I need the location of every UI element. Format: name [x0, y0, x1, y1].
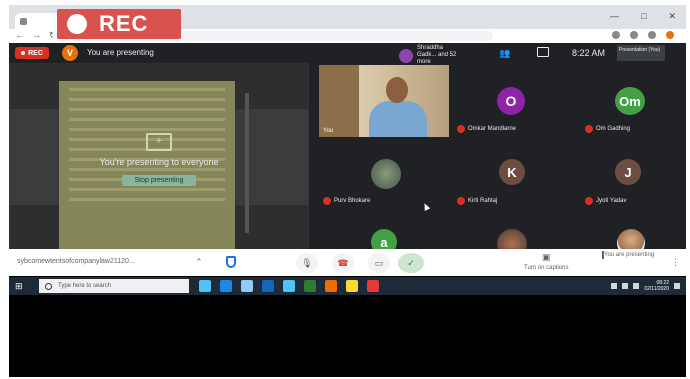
taskbar-app-icon[interactable]: [199, 280, 211, 292]
microphone-button[interactable]: 🎙: [296, 253, 318, 273]
people-icon[interactable]: 👥: [499, 48, 510, 59]
taskbar-app-icon[interactable]: [283, 280, 295, 292]
participant-tile[interactable]: [453, 213, 569, 259]
presenting-button[interactable]: You are presenting: [602, 251, 655, 259]
stop-presenting-button[interactable]: Stop presenting: [122, 175, 196, 186]
rec-label: REC: [99, 11, 149, 36]
leave-call-button[interactable]: ☎: [332, 253, 354, 273]
tile-name: Kirti Rahtaj: [457, 197, 497, 205]
avatar: Om: [615, 87, 645, 115]
system-tray: 08:22 02/11/2020: [611, 280, 680, 292]
profile-icon[interactable]: [666, 31, 674, 39]
presenting-status: You are presenting: [87, 48, 154, 57]
presentation-message: + You're presenting to everyone Stop pre…: [9, 133, 309, 187]
more-options-icon[interactable]: ⋮: [671, 257, 680, 268]
participant-tile[interactable]: Om Om Gadhing: [575, 63, 685, 137]
pinned-apps: [199, 280, 379, 292]
camera-button[interactable]: ▭: [368, 253, 390, 273]
shield-icon[interactable]: [226, 256, 236, 268]
tile-name: Purv Bhokare: [323, 197, 370, 205]
avatar: J: [615, 159, 641, 185]
chevron-up-icon[interactable]: ^: [197, 257, 201, 266]
taskbar-app-icon[interactable]: [304, 280, 316, 292]
windows-taskbar: ⊞ Type here to search 08:22 02/11/2020: [9, 277, 686, 295]
check-icon[interactable]: ✓: [398, 253, 424, 273]
window-controls: — □ ✕: [610, 11, 676, 22]
extension-icon[interactable]: [648, 31, 656, 39]
avatar: O: [497, 87, 525, 115]
maximize-button[interactable]: □: [641, 11, 646, 22]
participant-tile[interactable]: J Jyoti Yadav: [575, 143, 685, 205]
search-icon: [45, 282, 52, 290]
mic-off-icon: [457, 125, 465, 133]
network-icon[interactable]: [622, 283, 629, 289]
participant-tile[interactable]: [575, 213, 685, 257]
presentation-panel: + You're presenting to everyone Stop pre…: [9, 63, 309, 249]
extension-icon[interactable]: [612, 31, 620, 39]
participant-tile[interactable]: a: [319, 213, 449, 255]
chat-icon[interactable]: [537, 47, 549, 57]
participant-tile[interactable]: O Omkar Mandlarne: [453, 63, 569, 137]
taskbar-app-icon[interactable]: [325, 280, 337, 292]
participant-grid: You O Omkar Mandlarne Om Om Gadhing Purv…: [313, 63, 686, 259]
tray-icon[interactable]: [611, 283, 618, 289]
self-video-tile[interactable]: You: [319, 65, 449, 137]
mic-off-icon: [585, 197, 593, 205]
presenter-avatar: V: [62, 45, 78, 61]
tile-name: Jyoti Yadav: [585, 197, 626, 205]
captions-icon: ▣: [541, 252, 551, 262]
tile-name: Om Gadhing: [585, 125, 630, 133]
meeting-controls-bar: sybcomewtentsofcompanylaw21120... ^ 🎙 ☎ …: [9, 249, 686, 276]
search-placeholder: Type here to search: [58, 283, 112, 289]
minimize-button[interactable]: —: [610, 11, 619, 22]
taskbar-app-icon[interactable]: [220, 280, 232, 292]
taskbar-app-icon[interactable]: [346, 280, 358, 292]
windows-start-icon[interactable]: ⊞: [15, 281, 23, 292]
clock-date: 02/11/2020: [644, 286, 669, 292]
tile-name: Omkar Mandlarne: [457, 125, 516, 133]
screen-recording-frame: REC — □ ✕ ← → ↻ REC V You are presenting…: [9, 5, 686, 377]
clock[interactable]: 08:22 02/11/2020: [644, 280, 669, 292]
taskbar-search[interactable]: Type here to search: [39, 279, 189, 293]
recording-badge: REC: [15, 47, 49, 59]
notifications-icon[interactable]: [674, 283, 680, 289]
extension-icons: [612, 31, 674, 39]
close-button[interactable]: ✕: [668, 11, 676, 22]
taskbar-app-icon[interactable]: [262, 280, 274, 292]
nav-buttons: ← → ↻: [15, 30, 57, 41]
meeting-details[interactable]: sybcomewtentsofcompanylaw21120...: [17, 258, 135, 265]
avatar: [399, 48, 413, 63]
tile-name: You: [323, 128, 334, 134]
avatar: [371, 159, 401, 189]
meet-header: REC V You are presenting Shraddha Gadk..…: [9, 43, 686, 65]
participant-tile[interactable]: K Kirti Rahtaj: [453, 143, 569, 205]
captions-button[interactable]: ▣ Turn on captions: [524, 252, 568, 271]
presentation-thumbnail[interactable]: Presentation (You): [617, 45, 665, 61]
taskbar-app-icon[interactable]: [241, 280, 253, 292]
presenting-label: You are presenting: [604, 252, 655, 258]
meeting-time: 8:22 AM: [572, 48, 606, 58]
volume-icon[interactable]: [633, 283, 640, 289]
record-dot-icon: [67, 14, 87, 34]
back-icon[interactable]: ←: [15, 30, 24, 41]
mic-off-icon: [585, 125, 593, 133]
captions-label: Turn on captions: [524, 265, 569, 271]
recording-overlay: REC: [57, 9, 181, 39]
avatar: K: [499, 159, 525, 185]
taskbar-app-icon[interactable]: [367, 280, 379, 292]
favicon-icon: [20, 18, 27, 25]
forward-icon[interactable]: →: [32, 30, 41, 41]
mic-off-icon: [457, 197, 465, 205]
extension-icon[interactable]: [630, 31, 638, 39]
mic-off-icon: [323, 197, 331, 205]
present-screen-icon: +: [146, 133, 172, 151]
participant-tile[interactable]: Purv Bhokare: [319, 143, 449, 205]
meeting-stage: + You're presenting to everyone Stop pre…: [9, 63, 686, 259]
presenting-to-everyone-text: You're presenting to everyone: [99, 157, 219, 167]
